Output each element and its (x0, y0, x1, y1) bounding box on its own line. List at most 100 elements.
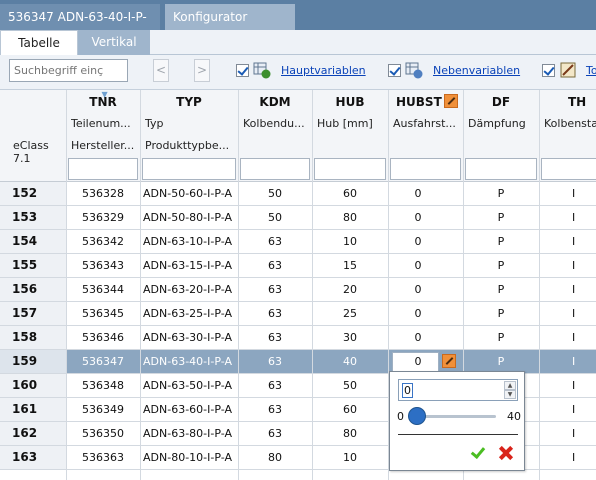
cell-th[interactable]: I (539, 326, 596, 349)
cell-df[interactable]: P (463, 326, 539, 349)
cell-th[interactable]: I (539, 374, 596, 397)
value-spinbox[interactable]: 0 ▲ ▼ (398, 379, 518, 401)
row-number[interactable]: 163 (0, 446, 66, 469)
row-number[interactable]: 157 (0, 302, 66, 325)
cell-tnr[interactable]: 536350 (66, 422, 140, 445)
previous-button[interactable]: < (153, 59, 169, 82)
cell-kdm[interactable]: 63 (238, 422, 312, 445)
table-row[interactable]: 153 536329 ADN-50-80-I-P-A 50 80 0 P I (0, 206, 596, 230)
cell-typ[interactable]: ADN-63-10-I-P-A (140, 230, 238, 253)
edit-icon[interactable] (444, 94, 458, 108)
cell-typ[interactable]: ADN-63-30-I-P-A (140, 326, 238, 349)
table-row[interactable]: 154 536342 ADN-63-10-I-P-A 63 10 0 P I (0, 230, 596, 254)
tab-vertical[interactable]: Vertikal (78, 30, 150, 55)
header-tnr[interactable]: ▼ TNR Teilenum... Hersteller... (66, 90, 140, 182)
row-number[interactable]: 153 (0, 206, 66, 229)
cell-typ[interactable]: ADN-63-50-I-P-A (140, 374, 238, 397)
cell-hub[interactable]: 40 (312, 350, 388, 373)
cell-th[interactable]: I (539, 302, 596, 325)
filter-kdm[interactable] (240, 158, 310, 180)
row-number[interactable]: 160 (0, 374, 66, 397)
cell-th[interactable]: I (539, 446, 596, 469)
cell-df[interactable]: P (463, 278, 539, 301)
filter-typ[interactable] (142, 158, 236, 180)
cell-hubst[interactable]: 0 (388, 182, 448, 205)
cell-df[interactable]: P (463, 182, 539, 205)
cell-tnr[interactable]: 536328 (66, 182, 140, 205)
header-typ[interactable]: TYP Typ Produkttypbe... (140, 90, 238, 182)
cell-df[interactable]: P (463, 230, 539, 253)
cell-hub[interactable]: 80 (312, 422, 388, 445)
cell-hub[interactable]: 25 (312, 302, 388, 325)
cell-kdm[interactable]: 63 (238, 278, 312, 301)
cell-th[interactable]: I (539, 182, 596, 205)
cell-hubst[interactable]: 0 (388, 254, 448, 277)
header-th[interactable]: TH Kolbensta (539, 90, 596, 182)
cell-typ[interactable]: ADN-63-15-I-P-A (140, 254, 238, 277)
cell-kdm[interactable]: 50 (238, 206, 312, 229)
cell-th[interactable]: I (539, 422, 596, 445)
cell-typ[interactable]: ADN-63-25-I-P-A (140, 302, 238, 325)
cell-hub[interactable]: 80 (312, 206, 388, 229)
cell-hub[interactable]: 30 (312, 326, 388, 349)
cell-hub[interactable]: 10 (312, 446, 388, 469)
cell-th[interactable]: I (539, 278, 596, 301)
secondary-variables-link[interactable]: Nebenvariablen (433, 64, 520, 77)
cell-kdm[interactable]: 63 (238, 230, 312, 253)
cell-tnr[interactable]: 536347 (66, 350, 140, 373)
next-button[interactable]: > (194, 59, 210, 82)
cell-typ[interactable]: ADN-50-60-I-P-A (140, 182, 238, 205)
cell-typ[interactable]: ADN-63-60-I-P-A (140, 398, 238, 421)
cell-df[interactable]: P (463, 206, 539, 229)
filter-tnr[interactable] (68, 158, 138, 180)
cell-hubst[interactable]: 0 (388, 350, 448, 373)
cell-tnr[interactable]: 536342 (66, 230, 140, 253)
cell-hubst[interactable]: 0 (388, 230, 448, 253)
table-row[interactable]: 158 536346 ADN-63-30-I-P-A 63 30 0 P I (0, 326, 596, 350)
cell-hubst[interactable]: 0 (388, 302, 448, 325)
cell-kdm[interactable]: 50 (238, 182, 312, 205)
cell-df[interactable]: P (463, 302, 539, 325)
slider-thumb[interactable] (408, 407, 426, 425)
cell-typ[interactable]: ADN-63-80-I-P-A (140, 422, 238, 445)
cell-th[interactable]: I (539, 398, 596, 421)
row-number[interactable]: 156 (0, 278, 66, 301)
filter-df[interactable] (465, 158, 537, 180)
filter-hub[interactable] (314, 158, 386, 180)
cell-hubst[interactable]: 0 (388, 206, 448, 229)
tab-table[interactable]: Tabelle (0, 30, 78, 55)
cell-th[interactable]: I (539, 230, 596, 253)
row-number[interactable]: 162 (0, 422, 66, 445)
third-option-link[interactable]: To (586, 64, 596, 77)
main-variables-link[interactable]: Hauptvariablen (281, 64, 366, 77)
cell-hub[interactable]: 50 (312, 374, 388, 397)
header-hub[interactable]: HUB Hub [mm] (312, 90, 388, 182)
cell-typ[interactable]: ADN-63-20-I-P-A (140, 278, 238, 301)
cell-kdm[interactable]: 63 (238, 326, 312, 349)
filter-hubst[interactable] (390, 158, 461, 180)
table-row[interactable]: 156 536344 ADN-63-20-I-P-A 63 20 0 P I (0, 278, 596, 302)
cell-kdm[interactable]: 63 (238, 302, 312, 325)
cell-hub[interactable]: 10 (312, 230, 388, 253)
cell-typ[interactable]: ADN-80-10-I-P-A (140, 446, 238, 469)
cell-th[interactable]: I (539, 254, 596, 277)
row-number[interactable]: 155 (0, 254, 66, 277)
cell-tnr[interactable]: 536329 (66, 206, 140, 229)
cell-hub[interactable]: 15 (312, 254, 388, 277)
cell-tnr[interactable]: 536344 (66, 278, 140, 301)
cell-kdm[interactable]: 63 (238, 350, 312, 373)
cell-kdm[interactable]: 63 (238, 254, 312, 277)
cell-kdm[interactable]: 63 (238, 398, 312, 421)
cell-th[interactable]: I (539, 350, 596, 373)
cell-hub[interactable]: 60 (312, 398, 388, 421)
cell-typ[interactable]: ADN-63-40-I-P-A (140, 350, 238, 373)
header-hubst[interactable]: HUBST Ausfahrst... (388, 90, 463, 182)
table-row[interactable]: 152 536328 ADN-50-60-I-P-A 50 60 0 P I (0, 182, 596, 206)
cell-df[interactable]: P (463, 350, 539, 373)
row-number[interactable]: 159 (0, 350, 66, 373)
cell-hubst[interactable]: 0 (388, 278, 448, 301)
value-input[interactable]: 0 (402, 383, 413, 398)
cell-hubst[interactable]: 0 (388, 326, 448, 349)
secondary-variables-checkbox[interactable] (388, 64, 401, 77)
cell-tnr[interactable]: 536363 (66, 446, 140, 469)
